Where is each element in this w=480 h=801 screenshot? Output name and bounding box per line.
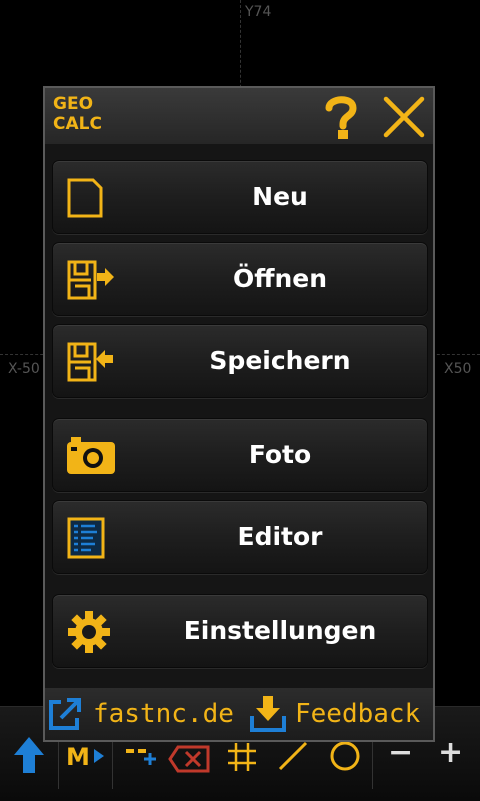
zoom-in-button[interactable]: + bbox=[438, 735, 463, 770]
x-axis-negative-label: X-50 bbox=[8, 361, 40, 377]
gear-icon bbox=[68, 611, 110, 653]
photo-button[interactable]: Foto bbox=[52, 418, 428, 492]
logo-line-2: CALC bbox=[53, 114, 102, 134]
logo-line-1: GEO bbox=[53, 94, 94, 114]
website-link[interactable]: fastnc.de bbox=[93, 688, 234, 740]
editor-button-label: Editor bbox=[237, 522, 323, 551]
settings-button[interactable]: Einstellungen bbox=[52, 594, 428, 668]
save-button-label: Speichern bbox=[209, 346, 351, 375]
open-file-icon bbox=[67, 260, 114, 300]
download-feedback-icon[interactable] bbox=[249, 694, 287, 734]
editor-button[interactable]: Editor bbox=[52, 500, 428, 574]
arrow-up-icon[interactable] bbox=[12, 735, 46, 775]
camera-icon bbox=[67, 437, 115, 474]
feedback-link[interactable]: Feedback bbox=[295, 688, 420, 740]
new-button-label: Neu bbox=[252, 182, 308, 211]
delete-icon[interactable] bbox=[168, 743, 212, 773]
close-icon[interactable] bbox=[381, 94, 427, 140]
x-axis-positive-label: X50 bbox=[444, 361, 472, 377]
grid-icon[interactable] bbox=[226, 741, 258, 773]
measure-icon[interactable]: M bbox=[66, 741, 106, 771]
editor-icon bbox=[67, 517, 105, 559]
external-link-icon[interactable] bbox=[47, 696, 83, 732]
geocalc-logo: GEO CALC bbox=[53, 94, 102, 134]
new-button[interactable]: Neu bbox=[52, 160, 428, 234]
photo-button-label: Foto bbox=[248, 440, 312, 469]
save-button[interactable]: Speichern bbox=[52, 324, 428, 398]
dialog-header: GEO CALC bbox=[45, 88, 433, 144]
open-button[interactable]: Öffnen bbox=[52, 242, 428, 316]
settings-button-label: Einstellungen bbox=[183, 616, 377, 645]
add-point-icon[interactable] bbox=[124, 743, 160, 773]
save-file-icon bbox=[67, 342, 113, 382]
svg-text:M: M bbox=[66, 743, 90, 771]
main-menu-dialog: GEO CALC Neu Öffnen Speichern Foto Edito… bbox=[43, 86, 435, 742]
help-icon[interactable] bbox=[321, 94, 361, 140]
circle-tool-icon[interactable] bbox=[328, 739, 362, 773]
open-button-label: Öffnen bbox=[232, 264, 328, 293]
dialog-footer: fastnc.de Feedback bbox=[45, 688, 433, 740]
new-document-icon bbox=[67, 178, 103, 218]
y-axis-label: Y74 bbox=[245, 4, 272, 20]
line-tool-icon[interactable] bbox=[276, 739, 310, 773]
